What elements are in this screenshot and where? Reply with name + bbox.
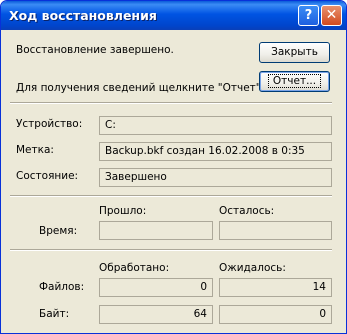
processed-header: Обработано: (99, 262, 170, 274)
help-button[interactable]: ? (298, 5, 319, 26)
close-icon: ✕ (325, 7, 338, 23)
close-button[interactable]: Закрыть (259, 42, 330, 63)
separator (10, 249, 332, 251)
files-processed-field: 0 (99, 278, 213, 297)
label-field: Backup.bkf создан 16.02.2008 в 0:35 (99, 142, 332, 161)
bytes-processed-field: 64 (99, 305, 213, 324)
device-label: Устройство: (16, 118, 83, 130)
report-button[interactable]: Отчет... (259, 71, 330, 92)
separator (10, 102, 332, 104)
bytes-expected-field: 0 (219, 305, 332, 324)
separator (10, 195, 332, 197)
close-button-label: Закрыть (271, 46, 318, 58)
state-label: Состояние: (16, 170, 79, 182)
close-window-button[interactable]: ✕ (321, 5, 342, 26)
state-field: Завершено (99, 168, 332, 187)
device-field: C: (99, 116, 332, 135)
elapsed-field (99, 221, 213, 240)
files-expected-field: 14 (219, 278, 332, 297)
time-label: Время: (39, 225, 78, 237)
remaining-header: Осталось: (219, 205, 275, 217)
help-icon: ? (304, 8, 313, 23)
status-message: Восстановление завершено. (16, 44, 174, 56)
report-hint: Для получения сведений щелкните "Отчет". (16, 82, 264, 94)
restore-progress-dialog: Ход восстановления ? ✕ Восстановление за… (0, 0, 347, 334)
label-label: Метка: (16, 144, 54, 156)
expected-header: Ожидалось: (219, 262, 286, 274)
window-title: Ход восстановления (9, 8, 157, 23)
files-label: Файлов: (39, 281, 85, 293)
remaining-field (219, 221, 332, 240)
elapsed-header: Прошло: (99, 205, 147, 217)
bytes-label: Байт: (39, 308, 70, 320)
title-bar[interactable]: Ход восстановления ? ✕ (1, 1, 346, 30)
report-button-label: Отчет... (267, 74, 322, 88)
